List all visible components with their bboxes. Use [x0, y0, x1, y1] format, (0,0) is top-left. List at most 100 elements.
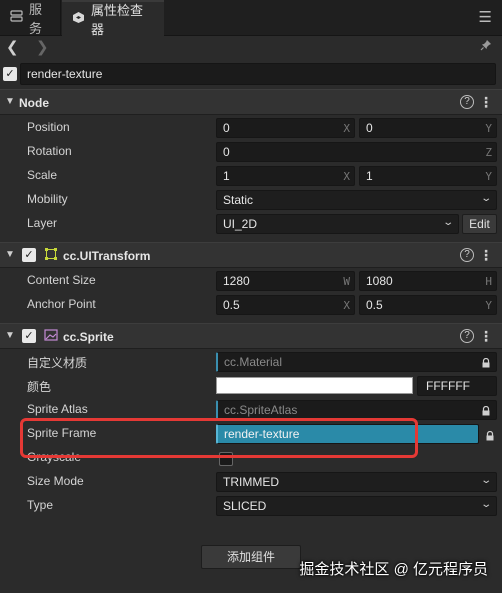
grayscale-row: Grayscale [0, 446, 502, 470]
content-size-h-input[interactable]: 1080 H [359, 271, 497, 291]
color-swatch[interactable] [216, 377, 413, 394]
chevron-left-icon[interactable]: ❮ [6, 38, 19, 56]
mobility-row: Mobility Static ⌄ [0, 188, 502, 212]
grayscale-label: Grayscale [27, 450, 82, 464]
anchor-x-input[interactable]: 0.5 X [216, 295, 355, 315]
caret-down-icon[interactable]: ▼ [5, 330, 15, 341]
layer-label: Layer [27, 216, 58, 230]
type-label: Type [27, 498, 54, 512]
tab-label: 服务 [29, 2, 43, 36]
uitransform-enabled-checkbox[interactable]: ✓ [22, 248, 36, 262]
sprite-frame-row: Sprite Frame render-texture [0, 422, 502, 446]
position-y-input[interactable]: 0Y [359, 118, 497, 138]
scale-y-input[interactable]: 1Y [359, 166, 497, 186]
rotation-row: Rotation 0Z [0, 140, 502, 164]
hamburger-menu-icon[interactable]: ☰ [479, 10, 492, 25]
tab-label: 属性检查器 [91, 3, 144, 37]
chevron-down-icon: ⌄ [479, 499, 492, 510]
axis-x-label: X [343, 122, 350, 135]
help-icon[interactable]: ? [460, 248, 474, 262]
content-size-w-input[interactable]: 1280 W [216, 271, 355, 291]
mobility-label: Mobility [27, 192, 68, 206]
custom-material-asset-field[interactable]: cc.Material [216, 352, 497, 372]
sprite-atlas-label: Sprite Atlas [27, 402, 88, 416]
layer-edit-button[interactable]: Edit [462, 214, 497, 234]
sprite-atlas-asset-field[interactable]: cc.SpriteAtlas [216, 400, 497, 420]
sprite-section-header[interactable]: ▼ ✓ cc.Sprite ? ⋮ [0, 323, 502, 349]
size-mode-label: Size Mode [27, 474, 84, 488]
help-icon[interactable]: ? [460, 95, 474, 109]
content-size-row: Content Size 1280 W 1080 H [0, 269, 502, 293]
transform-icon [44, 247, 58, 261]
add-component-button[interactable]: 添加组件 [201, 545, 301, 569]
section-title: cc.UITransform [63, 249, 151, 263]
node-name-bar: ✓ render-texture [0, 62, 502, 86]
node-name-input[interactable]: render-texture [20, 63, 496, 85]
position-row: Position 0X 0Y [0, 116, 502, 140]
axis-z-label: Z [485, 146, 492, 159]
anchor-y-input[interactable]: 0.5 Y [359, 295, 497, 315]
caret-down-icon[interactable]: ▼ [5, 96, 15, 107]
grayscale-checkbox[interactable] [219, 452, 233, 466]
section-title: Node [19, 96, 49, 110]
size-mode-select[interactable]: TRIMMED ⌄ [216, 472, 497, 492]
custom-material-label: 自定义材质 [27, 356, 88, 370]
layer-select[interactable]: UI_2D ⌄ [216, 214, 459, 234]
type-row: Type SLICED ⌄ [0, 494, 502, 518]
tab-inspector[interactable]: 属性检查器 [62, 0, 164, 37]
section-title: cc.Sprite [63, 330, 114, 344]
inspector-icon [72, 11, 85, 27]
scale-label: Scale [27, 168, 58, 182]
type-select[interactable]: SLICED ⌄ [216, 496, 497, 516]
help-icon[interactable]: ? [460, 329, 474, 343]
rotation-z-input[interactable]: 0Z [216, 142, 497, 162]
mobility-select[interactable]: Static ⌄ [216, 190, 497, 210]
sprite-enabled-checkbox[interactable]: ✓ [22, 329, 36, 343]
uitransform-section-header[interactable]: ▼ ✓ cc.UITransform ? ⋮ [0, 242, 502, 268]
layer-row: Layer UI_2D ⌄ Edit [0, 212, 502, 236]
node-active-checkbox[interactable]: ✓ [3, 67, 17, 81]
custom-material-row: 自定义材质 cc.Material [0, 350, 502, 374]
scale-row: Scale 1X 1Y [0, 164, 502, 188]
caret-down-icon[interactable]: ▼ [5, 249, 15, 260]
pin-icon[interactable] [480, 39, 492, 54]
content-size-label: Content Size [27, 273, 96, 287]
axis-x-label: X [343, 170, 350, 183]
sprite-frame-asset-field[interactable]: render-texture [216, 424, 479, 444]
color-row: 颜色 FFFFFF [0, 374, 502, 398]
tab-services[interactable]: 服务 [0, 0, 61, 36]
server-icon [10, 10, 23, 26]
scale-x-input[interactable]: 1X [216, 166, 355, 186]
more-vertical-icon[interactable]: ⋮ [479, 328, 493, 345]
axis-h-label: H [485, 275, 492, 288]
color-label: 颜色 [27, 380, 52, 394]
lock-icon[interactable] [485, 430, 495, 441]
axis-y-label: Y [485, 170, 492, 183]
position-x-input[interactable]: 0X [216, 118, 355, 138]
axis-w-label: W [343, 275, 350, 288]
more-vertical-icon[interactable]: ⋮ [479, 94, 493, 111]
more-vertical-icon[interactable]: ⋮ [479, 247, 493, 264]
rotation-label: Rotation [27, 144, 72, 158]
tab-bar: 服务 属性检查器 ☰ [0, 0, 502, 37]
lock-icon[interactable] [481, 357, 491, 368]
watermark-text: 掘金技术社区 @ 亿元程序员 [299, 561, 488, 578]
lock-icon[interactable] [481, 405, 491, 416]
anchor-point-row: Anchor Point 0.5 X 0.5 Y [0, 293, 502, 317]
toolbar: ❮ ❯ [0, 36, 502, 60]
sprite-frame-label: Sprite Frame [27, 426, 97, 440]
axis-y-label: Y [485, 299, 492, 312]
image-icon [44, 328, 58, 342]
position-label: Position [27, 120, 70, 134]
node-section-header[interactable]: ▼ Node ? ⋮ [0, 89, 502, 115]
color-hex-input[interactable]: FFFFFF [417, 376, 497, 396]
axis-x-label: X [343, 299, 350, 312]
axis-y-label: Y [485, 122, 492, 135]
sprite-atlas-row: Sprite Atlas cc.SpriteAtlas [0, 398, 502, 422]
chevron-down-icon: ⌄ [479, 475, 492, 486]
anchor-point-label: Anchor Point [27, 297, 96, 311]
chevron-down-icon: ⌄ [441, 217, 454, 228]
chevron-down-icon: ⌄ [479, 193, 492, 204]
chevron-right-icon[interactable]: ❯ [36, 38, 49, 56]
size-mode-row: Size Mode TRIMMED ⌄ [0, 470, 502, 494]
